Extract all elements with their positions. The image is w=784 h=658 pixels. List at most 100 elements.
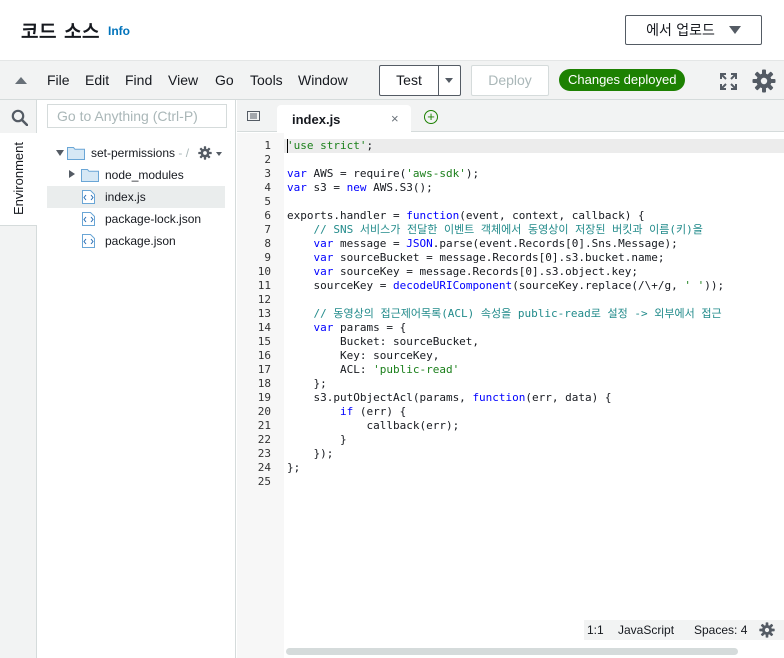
code-editor[interactable]: 'use strict'; var AWS = require('aws-sdk'… <box>284 133 784 658</box>
code-line[interactable]: var params = { <box>287 321 407 335</box>
line-number: 3 <box>264 167 271 180</box>
tree-root-name: set-permissions - / <box>91 142 189 164</box>
info-link[interactable]: Info <box>108 24 130 38</box>
code-line[interactable]: var AWS = require('aws-sdk'); <box>287 167 479 181</box>
tab-label: index.js <box>292 112 341 127</box>
split-divider <box>438 66 439 95</box>
code-line[interactable]: Key: sourceKey, <box>287 349 439 363</box>
cursor-position[interactable]: 1:1 <box>587 620 604 640</box>
horizontal-scrollbar[interactable] <box>286 648 738 655</box>
line-number: 11 <box>257 279 271 292</box>
line-number: 10 <box>257 265 271 278</box>
environment-tab-label: Environment <box>11 142 26 215</box>
fullscreen-icon[interactable] <box>720 73 737 90</box>
line-number: 6 <box>264 209 271 222</box>
search-icon[interactable] <box>11 109 28 126</box>
tree-settings-gear-icon[interactable] <box>198 146 212 160</box>
menu-window[interactable]: Window <box>298 72 348 88</box>
deploy-button[interactable]: Deploy <box>471 65 549 96</box>
line-number: 9 <box>264 251 271 264</box>
line-number: 8 <box>264 237 271 250</box>
editor-status-bar: 1:1 JavaScript Spaces: 4 <box>584 620 784 640</box>
language-mode[interactable]: JavaScript <box>618 620 674 640</box>
folder-icon <box>81 169 99 182</box>
folder-icon <box>67 147 85 160</box>
go-to-anything-input[interactable] <box>48 105 226 127</box>
code-line[interactable]: ACL: 'public-read' <box>287 363 459 377</box>
left-rail: Environment <box>0 100 37 658</box>
line-number: 1 <box>264 139 271 152</box>
indentation-setting[interactable]: Spaces: 4 <box>694 620 747 640</box>
line-number: 2 <box>264 153 271 166</box>
tree-item-node-modules[interactable]: node_modules <box>47 164 225 186</box>
add-tab-icon[interactable]: + <box>424 110 438 124</box>
json-file-icon <box>82 212 95 226</box>
code-line[interactable]: } <box>287 433 347 447</box>
line-number: 16 <box>257 349 271 362</box>
line-number: 23 <box>257 447 271 460</box>
test-dropdown-caret-icon[interactable] <box>445 78 453 83</box>
line-number: 14 <box>257 321 271 334</box>
test-button[interactable]: Test <box>380 66 438 95</box>
json-file-icon <box>82 234 95 248</box>
upload-button-label: 에서 업로드 <box>646 23 715 39</box>
menu-tools[interactable]: Tools <box>250 72 283 88</box>
tree-settings-caret-icon[interactable] <box>216 152 222 156</box>
code-line[interactable]: 'use strict'; <box>287 139 373 153</box>
preferences-gear-icon[interactable] <box>752 69 776 93</box>
collapsed-arrow-icon[interactable] <box>69 170 75 178</box>
line-number: 22 <box>257 433 271 446</box>
file-tree-panel: set-permissions - / node_modules <box>37 100 236 658</box>
tree-item-index-js[interactable]: index.js <box>47 186 225 208</box>
expanded-arrow-icon[interactable] <box>56 150 64 156</box>
line-number: 25 <box>257 475 271 488</box>
tree-root-folder[interactable]: set-permissions - / <box>47 142 225 164</box>
menu-edit[interactable]: Edit <box>85 72 109 88</box>
code-line[interactable]: if (err) { <box>287 405 406 419</box>
collapse-up-icon[interactable] <box>15 77 27 84</box>
menu-find[interactable]: Find <box>125 72 152 88</box>
tab-close-icon[interactable]: × <box>391 111 399 126</box>
code-line[interactable]: // SNS 서비스가 전달한 이벤트 객체에서 동영상이 저장된 버킷과 이름… <box>287 223 703 237</box>
line-number: 19 <box>257 391 271 404</box>
code-line[interactable]: var s3 = new AWS.S3(); <box>287 181 433 195</box>
code-line[interactable]: s3.putObjectAcl(params, function(err, da… <box>287 391 611 405</box>
line-number: 4 <box>264 181 271 194</box>
line-number-gutter: 1 2 3 4 5 6 7 8 9 10 11 12 13 14 15 16 17 18 19 20 21 22 23 24 2… <box>237 133 284 658</box>
code-line[interactable]: var sourceBucket = message.Records[0].s3… <box>287 251 665 265</box>
code-line[interactable]: var message = JSON.parse(event.Records[0… <box>287 237 678 251</box>
upload-from-button[interactable]: 에서 업로드 <box>625 15 762 45</box>
tab-index-js[interactable]: index.js × <box>277 105 411 133</box>
code-source-header: 코드 소스 Info 에서 업로드 <box>0 0 784 60</box>
tab-list-icon[interactable] <box>247 111 260 121</box>
code-line[interactable]: sourceKey = decodeURIComponent(sourceKey… <box>287 279 724 293</box>
line-number: 21 <box>257 419 271 432</box>
code-line[interactable]: var sourceKey = message.Records[0].s3.ob… <box>287 265 639 279</box>
menu-file[interactable]: File <box>47 72 70 88</box>
changes-deployed-badge: Changes deployed <box>559 69 686 91</box>
line-number: 18 <box>257 377 271 390</box>
tree-item-package-json[interactable]: package.json <box>47 230 225 252</box>
code-line[interactable]: }; <box>287 377 326 391</box>
tree-item-label: package.json <box>105 234 176 248</box>
code-line[interactable]: Bucket: sourceBucket, <box>287 335 479 349</box>
tree-item-label: index.js <box>105 190 146 204</box>
environment-tab[interactable]: Environment <box>0 133 37 226</box>
line-number: 15 <box>257 335 271 348</box>
code-line[interactable]: }); <box>287 447 333 461</box>
menu-go[interactable]: Go <box>215 72 234 88</box>
line-number: 5 <box>264 195 271 208</box>
line-number: 20 <box>257 405 271 418</box>
tree-item-label: package-lock.json <box>105 212 202 226</box>
line-number: 7 <box>264 223 271 236</box>
code-line[interactable]: callback(err); <box>287 419 459 433</box>
code-line[interactable]: }; <box>287 461 300 475</box>
code-line[interactable]: exports.handler = function(event, contex… <box>287 209 645 223</box>
js-file-icon <box>82 190 95 204</box>
code-line[interactable]: // 동영상의 접근제어목록(ACL) 속성을 public-read로 설정 … <box>287 307 722 321</box>
tree-item-package-lock-json[interactable]: package-lock.json <box>47 208 225 230</box>
editor-settings-gear-icon[interactable] <box>759 622 775 638</box>
line-number: 13 <box>257 307 271 320</box>
root-folder-label: set-permissions <box>91 146 176 160</box>
menu-view[interactable]: View <box>168 72 198 88</box>
